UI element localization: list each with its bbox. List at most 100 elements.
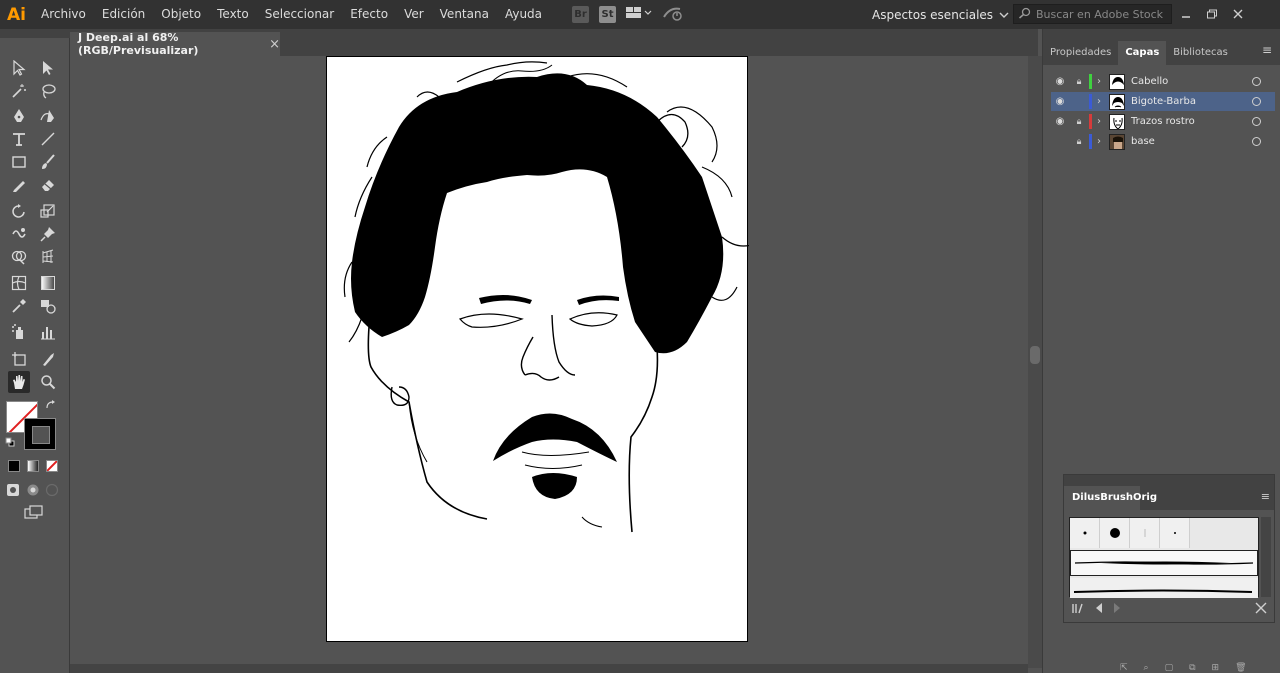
default-colors-icon[interactable] [4, 436, 16, 448]
chevron-right-icon[interactable]: › [1097, 136, 1109, 147]
blend-icon[interactable] [37, 295, 59, 317]
lock-icon[interactable]: 🔒︎ [1069, 137, 1089, 147]
menu-ventana[interactable]: Ventana [432, 0, 497, 29]
artboard[interactable] [326, 56, 760, 642]
brush-swatch-tiny-dot[interactable] [1160, 518, 1190, 548]
pencil-icon[interactable] [8, 174, 30, 196]
menu-seleccionar[interactable]: Seleccionar [257, 0, 342, 29]
menu-edicion[interactable]: Edición [94, 0, 153, 29]
tab-propiedades[interactable]: Propiedades [1043, 41, 1118, 65]
draw-normal-icon[interactable] [4, 481, 22, 499]
target-icon[interactable] [1252, 97, 1261, 106]
zoom-icon[interactable] [37, 371, 59, 393]
warp-icon[interactable] [8, 223, 30, 245]
symbol-sprayer-icon[interactable] [8, 321, 30, 343]
mesh-icon[interactable] [8, 272, 30, 294]
curvature-icon[interactable] [37, 105, 59, 127]
stock-search-field[interactable]: Buscar en Adobe Stock [1013, 4, 1172, 24]
new-sublayer-icon[interactable]: ⧉ [1189, 663, 1195, 673]
brush-swatch-faint[interactable] [1130, 518, 1160, 548]
vertical-scrollbar-thumb[interactable] [1030, 346, 1040, 364]
line-icon[interactable] [37, 128, 59, 150]
lock-icon[interactable]: 🔒︎ [1069, 77, 1089, 87]
vertical-scrollbar[interactable] [1028, 56, 1042, 668]
gpu-performance-icon[interactable] [662, 5, 684, 25]
lasso-icon[interactable] [37, 80, 59, 102]
brush-swatch-small-dot[interactable] [1070, 518, 1100, 548]
lock-icon[interactable]: 🔒︎ [1069, 117, 1089, 127]
canvas-area[interactable] [70, 56, 1032, 668]
layer-row-trazos-rostro[interactable]: ◉ 🔒︎ › Trazos rostro [1051, 112, 1275, 131]
document-tab[interactable]: J Deep.ai al 68% (RGB/Previsualizar) × [70, 31, 280, 57]
panel-menu-icon[interactable]: ≡ [1262, 43, 1272, 57]
close-icon[interactable]: × [269, 37, 280, 52]
stock-icon[interactable]: St [599, 6, 617, 23]
perspective-icon[interactable] [37, 246, 59, 268]
clipping-mask-icon[interactable]: ▢ [1165, 663, 1174, 673]
eye-icon[interactable]: ◉ [1051, 96, 1069, 107]
delete-layer-icon[interactable]: 🗑︎ [1235, 663, 1246, 673]
locate-object-icon[interactable]: ⌕ [1144, 663, 1149, 673]
brush-swatch-large-dot[interactable] [1100, 518, 1130, 548]
menu-texto[interactable]: Texto [209, 0, 257, 29]
brush-stroke-taper-selected[interactable] [1070, 550, 1258, 576]
paintbrush-icon[interactable] [37, 151, 59, 173]
brush-stroke-taper[interactable] [1070, 578, 1258, 598]
type-icon[interactable] [8, 128, 30, 150]
horizontal-scrollbar[interactable] [70, 664, 1028, 673]
eye-icon[interactable]: ◉ [1051, 116, 1069, 127]
tools-panel-handle[interactable] [0, 29, 70, 38]
brush-list[interactable] [1069, 517, 1259, 598]
export-icon[interactable]: ⇱ [1120, 663, 1128, 673]
hand-icon[interactable] [8, 371, 30, 393]
panel-dock-handle[interactable] [1043, 29, 1280, 38]
gradient-mode-button[interactable] [27, 460, 39, 472]
remove-brush-stroke-icon[interactable] [1254, 602, 1268, 617]
direct-selection-icon[interactable] [37, 57, 59, 79]
brush-panel-handle[interactable] [1064, 475, 1274, 486]
draw-inside-icon[interactable] [43, 481, 61, 499]
arrange-documents-icon[interactable] [626, 5, 652, 24]
brush-libraries-icon[interactable] [1072, 602, 1086, 617]
pen-icon[interactable] [8, 105, 30, 127]
slice-icon[interactable] [37, 348, 59, 370]
workspace-switcher[interactable]: Aspectos esenciales [872, 0, 1009, 29]
eyedropper-icon[interactable] [8, 295, 30, 317]
target-icon[interactable] [1252, 117, 1261, 126]
swap-fill-stroke-icon[interactable] [44, 398, 58, 412]
artboard-icon[interactable] [8, 348, 30, 370]
menu-archivo[interactable]: Archivo [33, 0, 94, 29]
chevron-right-icon[interactable]: › [1097, 96, 1109, 107]
menu-efecto[interactable]: Efecto [342, 0, 396, 29]
menu-ayuda[interactable]: Ayuda [497, 0, 550, 29]
layer-row-cabello[interactable]: ◉ 🔒︎ › Cabello [1051, 72, 1275, 91]
previous-library-icon[interactable] [1094, 602, 1104, 617]
brush-panel-menu-icon[interactable]: ≡ [1261, 490, 1270, 503]
screen-mode-icon[interactable] [23, 503, 45, 521]
target-icon[interactable] [1252, 137, 1261, 146]
restore-icon[interactable] [1206, 8, 1218, 22]
minimize-icon[interactable] [1180, 8, 1192, 22]
layer-row-bigote-barba[interactable]: ◉ › Bigote-Barba [1051, 92, 1275, 111]
target-icon[interactable] [1252, 77, 1261, 86]
tab-dilusbrushorig[interactable]: DilusBrushOrig [1064, 486, 1157, 510]
color-mode-button[interactable] [8, 460, 20, 472]
magic-wand-icon[interactable] [8, 80, 30, 102]
gradient-icon[interactable] [37, 272, 59, 294]
shape-builder-icon[interactable] [8, 246, 30, 268]
stroke-swatch[interactable] [24, 418, 56, 450]
eraser-icon[interactable] [37, 174, 59, 196]
brush-list-scrollbar[interactable] [1261, 517, 1271, 597]
scale-icon[interactable] [37, 200, 59, 222]
new-layer-icon[interactable]: ⊞ [1212, 663, 1220, 673]
rectangle-icon[interactable] [8, 151, 30, 173]
next-library-icon[interactable] [1112, 602, 1122, 617]
layer-row-base[interactable]: 🔒︎ › base [1051, 132, 1275, 151]
chevron-right-icon[interactable]: › [1097, 76, 1109, 87]
close-window-icon[interactable] [1232, 8, 1244, 22]
tab-capas[interactable]: Capas [1118, 41, 1167, 65]
graph-icon[interactable] [37, 321, 59, 343]
selection-icon[interactable] [8, 57, 30, 79]
menu-objeto[interactable]: Objeto [153, 0, 209, 29]
rotate-icon[interactable] [8, 200, 30, 222]
